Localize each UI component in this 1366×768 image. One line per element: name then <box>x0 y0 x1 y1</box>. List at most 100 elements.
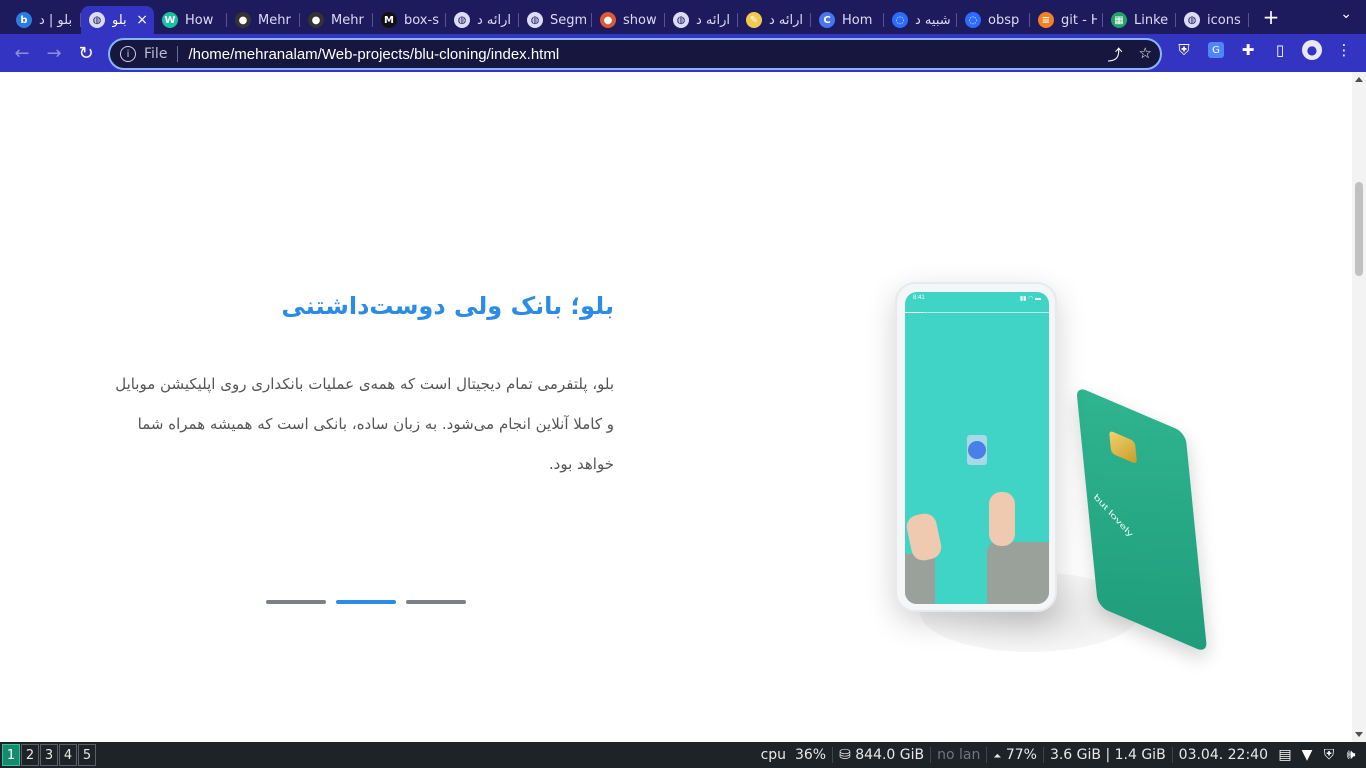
duckduckgo-icon: ● <box>600 12 616 28</box>
browser-tab[interactable]: C Hom <box>811 6 884 34</box>
browser-tab[interactable]: W How <box>154 6 227 34</box>
extensions-puzzle-icon[interactable]: ✚ <box>1236 38 1260 62</box>
cpu-monitor: cpu 36% <box>755 747 833 763</box>
cpu-label: cpu <box>760 747 787 763</box>
address-divider <box>177 46 179 62</box>
workspace-button[interactable]: 5 <box>78 744 96 766</box>
battery-monitor: ⏶ 77% <box>987 747 1043 763</box>
clock[interactable]: 03.04. 22:40 <box>1173 747 1274 763</box>
workspace-button[interactable]: 3 <box>40 744 58 766</box>
cpu-value: 36% <box>794 747 827 763</box>
browser-tab[interactable]: ◍ بلو × <box>81 6 154 34</box>
browser-tab[interactable]: ◍ ارائه د <box>446 6 519 34</box>
scroll-down-arrow-icon[interactable] <box>1355 732 1363 737</box>
github-icon: ● <box>308 12 324 28</box>
phone-status-bar: 8:41 ▮▮ ◠ ▬ <box>905 292 1049 306</box>
forward-arrow-icon: → <box>46 42 62 64</box>
tab-title: Mehr <box>331 12 364 28</box>
browser-tab[interactable]: ◍ ارائه د <box>665 6 738 34</box>
blu-favicon: b <box>16 12 32 28</box>
browser-tab[interactable]: ● Mehr <box>300 6 373 34</box>
tab-title: git - H <box>1061 12 1097 28</box>
m-favicon: M <box>381 12 397 28</box>
phone-time: 8:41 <box>913 295 925 301</box>
back-button[interactable]: ← <box>6 37 38 69</box>
info-icon[interactable]: i <box>120 46 136 62</box>
bookmark-star-icon[interactable]: ☆ <box>1139 44 1152 65</box>
right-hand <box>989 492 1015 546</box>
globe-icon: ◍ <box>673 12 689 28</box>
disk-value: 844.0 GiB <box>855 747 925 763</box>
share-icon[interactable]: ⤴ <box>1108 44 1123 65</box>
profile-avatar-icon[interactable]: ● <box>1300 38 1324 62</box>
workspace-button[interactable]: 4 <box>59 744 77 766</box>
card-chip-icon <box>1108 430 1138 465</box>
disk-monitor: ⛁ 844.0 GiB <box>833 747 930 763</box>
tab-title: Mehr <box>258 12 291 28</box>
hero-description: بلو، پلتفرمی تمام دیجیتال است که همه‌ی ع… <box>115 375 614 473</box>
new-tab-button[interactable]: + <box>1259 5 1283 29</box>
tab-title: ارائه د <box>696 12 731 28</box>
browser-tab[interactable]: ◌ obsp <box>957 6 1030 34</box>
phone-signal-icon: ▮▮ ◠ ▬ <box>1019 296 1041 302</box>
system-tray: cpu 36% ⛁ 844.0 GiB no lan ⏶ 77% 3.6 GiB… <box>755 742 1366 768</box>
clipboard-icon[interactable]: ▤ <box>1274 747 1296 763</box>
globe-icon: ◍ <box>89 12 105 28</box>
scroll-up-arrow-icon[interactable] <box>1355 77 1363 82</box>
side-panel-icon[interactable]: ▯ <box>1268 38 1292 62</box>
left-sleeve <box>905 554 935 604</box>
browser-tab[interactable]: ◌ شبیه د <box>884 6 957 34</box>
browser-tab[interactable]: ▦ Linke <box>1103 6 1176 34</box>
tab-title: How <box>185 12 214 28</box>
tab-close-icon[interactable]: × <box>136 12 148 28</box>
browser-tab[interactable]: ≡ git - H <box>1030 6 1103 34</box>
reload-icon: ↻ <box>78 42 94 64</box>
browser-tab[interactable]: ◍ Segm <box>519 6 592 34</box>
phone-mockup: 8:41 ▮▮ ◠ ▬ <box>895 282 1057 612</box>
back-arrow-icon: ← <box>14 42 30 64</box>
browser-tab[interactable]: Mbox-s <box>373 6 446 34</box>
browser-menu-icon[interactable]: ⋮ <box>1332 38 1356 62</box>
card-text: but lovely <box>1091 492 1135 540</box>
tab-title: Hom <box>842 12 873 28</box>
shield-extension-icon[interactable]: ⛨ <box>1172 38 1196 62</box>
workspace-switcher: 12345 <box>1 744 96 766</box>
browser-tab[interactable]: ◍ icons <box>1176 6 1249 34</box>
address-scheme: File <box>144 46 168 62</box>
page-scrollbar[interactable] <box>1352 72 1366 742</box>
phone-card-illustration: but lovely 8:41 ▮▮ ◠ ▬ <box>880 272 1208 672</box>
wifi-icon[interactable]: ▼ <box>1296 747 1318 763</box>
browser-tab[interactable]: ● Mehr <box>227 6 300 34</box>
workspace-button[interactable]: 1 <box>2 744 20 766</box>
loading-icon: ◌ <box>965 12 981 28</box>
system-taskbar: 12345 cpu 36% ⛁ 844.0 GiB no lan ⏶ 77% 3… <box>0 742 1366 768</box>
scroll-thumb[interactable] <box>1355 182 1363 276</box>
volume-icon[interactable]: 🕪 <box>1340 747 1362 763</box>
browser-tab[interactable]: ● show <box>592 6 665 34</box>
hero-title: بلو؛ بانک ولی دوست‌داشتنی <box>281 292 614 320</box>
notes-icon: ✎ <box>746 12 762 28</box>
globe-icon: ◍ <box>527 12 543 28</box>
tab-title: بلو | د <box>39 12 73 28</box>
security-shield-icon[interactable]: ⛨ <box>1318 747 1340 763</box>
tab-title: Linke <box>1134 12 1169 28</box>
phone-pill-dot <box>968 441 986 459</box>
forward-button[interactable]: → <box>38 37 70 69</box>
slider-dot[interactable] <box>406 600 466 604</box>
tab-search-chevron-icon[interactable]: ⌄ <box>1340 6 1352 22</box>
slider-dot[interactable] <box>266 600 326 604</box>
phone-pill <box>967 435 987 465</box>
reload-button[interactable]: ↻ <box>70 37 102 69</box>
sheets-icon: ▦ <box>1111 12 1127 28</box>
address-url[interactable]: /home/mehranalam/Web-projects/blu-clonin… <box>188 46 559 63</box>
workspace-button[interactable]: 2 <box>21 744 39 766</box>
slider-dot[interactable] <box>336 600 396 604</box>
translate-extension-icon[interactable]: G <box>1204 38 1228 62</box>
browser-tab[interactable]: b بلو | د <box>8 6 81 34</box>
tab-title: Segm <box>550 12 586 28</box>
address-bar[interactable]: i File /home/mehranalam/Web-projects/blu… <box>108 38 1162 70</box>
loading-icon: ◌ <box>892 12 908 28</box>
web-page: بلو؛ بانک ولی دوست‌داشتنی بلو، پلتفرمی ت… <box>0 72 1352 742</box>
browser-tab[interactable]: ✎ ارائه د <box>738 6 811 34</box>
w-favicon: W <box>162 12 178 28</box>
